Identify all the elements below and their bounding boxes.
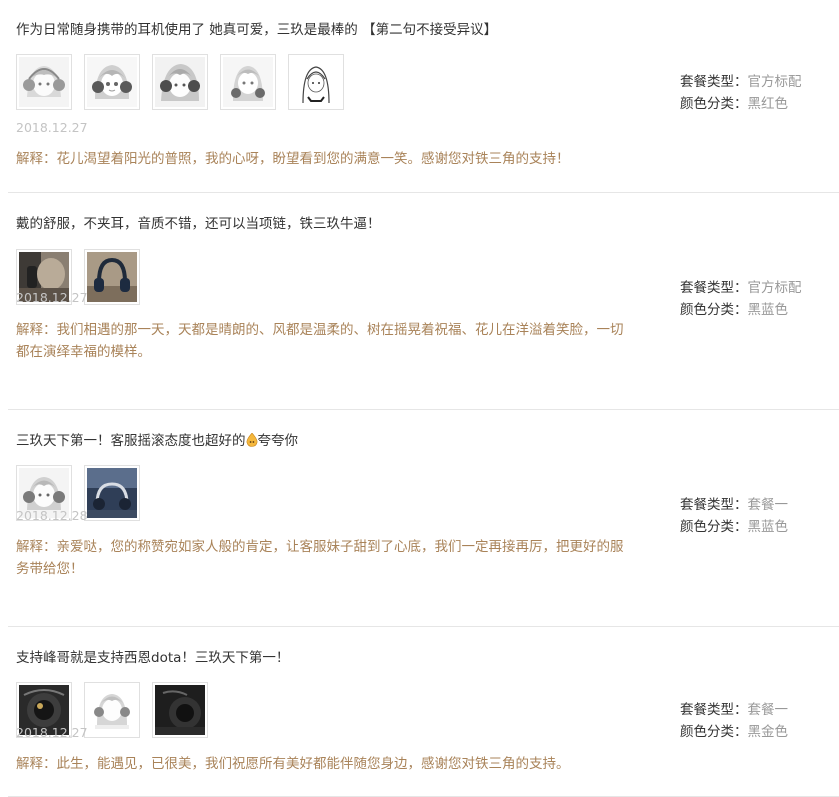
color-category-label: 颜色分类： xyxy=(680,96,748,112)
package-type-label: 套餐类型： xyxy=(680,280,748,296)
review-text: 戴的舒服，不夹耳，音质不错，还可以当项链，铁三玖牛逼！ xyxy=(16,216,381,232)
review-item: 支持峰哥就是支持西恩dota！三玖天下第一！ 2018.12.27 解释：此生，… xyxy=(8,627,839,797)
review-photo-thumbnail[interactable] xyxy=(288,54,344,110)
seller-reply-prefix: 解释： xyxy=(16,322,57,338)
review-text: 三玖天下第一！客服摇滚态度也超好的 夸夸你 xyxy=(16,431,298,451)
seller-reply-text: 我们相遇的那一天，天都是晴朗的、风都是温柔的、树在摇晃着祝福、花儿在洋溢着笑脸，… xyxy=(16,322,624,360)
package-type-value: 套餐一 xyxy=(747,497,789,513)
review-item: 作为日常随身携带的耳机使用了 她真可爱，三玖是最棒的 【第二句不接受异议】 20… xyxy=(8,0,839,193)
color-category-value: 黑红色 xyxy=(747,96,789,112)
review-photo-thumbnail[interactable] xyxy=(84,682,140,738)
color-category-label: 颜色分类： xyxy=(680,724,748,740)
review-photo-thumbnail[interactable] xyxy=(152,682,208,738)
seller-reply: 解释：花儿渴望着阳光的普照，我的心呀，盼望看到您的满意一笑。感谢您对铁三角的支持… xyxy=(16,148,636,170)
purchase-info: 套餐类型：官方标配 颜色分类：黑红色 xyxy=(680,71,802,115)
review-photo-thumbnail[interactable] xyxy=(84,54,140,110)
review-photo-thumbnail[interactable] xyxy=(152,54,208,110)
seller-reply-prefix: 解释： xyxy=(16,539,57,555)
seller-reply: 解释：亲爱哒，您的称赞宛如家人般的肯定，让客服妹子甜到了心底，我们一定再接再厉，… xyxy=(16,536,636,580)
review-date: 2018.12.28 xyxy=(16,508,88,523)
color-category-value: 黑蓝色 xyxy=(747,519,789,535)
package-type-value: 套餐一 xyxy=(747,702,789,718)
review-text-main: 三玖天下第一！客服摇滚态度也超好的 xyxy=(16,433,246,449)
seller-reply-prefix: 解释： xyxy=(16,151,57,167)
package-type-label: 套餐类型： xyxy=(680,702,748,718)
review-photo-thumbnail[interactable] xyxy=(84,249,140,305)
purchase-info: 套餐类型：官方标配 颜色分类：黑蓝色 xyxy=(680,277,802,321)
review-item: 三玖天下第一！客服摇滚态度也超好的 夸夸你 2018.12.28 解释：亲爱哒，… xyxy=(8,410,839,627)
review-photos xyxy=(16,54,344,110)
review-text-suffix: 夸夸你 xyxy=(257,433,299,449)
review-text: 支持峰哥就是支持西恩dota！三玖天下第一！ xyxy=(16,650,290,666)
seller-reply-text: 此生，能遇见，已很美，我们祝愿所有美好都能伴随您身边，感谢您对铁三角的支持。 xyxy=(56,756,570,772)
review-photo-thumbnail[interactable] xyxy=(84,465,140,521)
seller-reply-text: 亲爱哒，您的称赞宛如家人般的肯定，让客服妹子甜到了心底，我们一定再接再厉，把更好… xyxy=(16,539,624,577)
review-photo-thumbnail[interactable] xyxy=(16,54,72,110)
review-date: 2018.12.27 xyxy=(16,725,88,740)
color-category-value: 黑金色 xyxy=(747,724,789,740)
package-type-label: 套餐类型： xyxy=(680,74,748,90)
review-photo-thumbnail[interactable] xyxy=(220,54,276,110)
package-type-value: 官方标配 xyxy=(747,74,802,90)
color-category-label: 颜色分类： xyxy=(680,302,748,318)
seller-reply-prefix: 解释： xyxy=(16,756,57,772)
seller-reply: 解释：此生，能遇见，已很美，我们祝愿所有美好都能伴随您身边，感谢您对铁三角的支持… xyxy=(16,753,636,775)
review-text: 作为日常随身携带的耳机使用了 她真可爱，三玖是最棒的 【第二句不接受异议】 xyxy=(16,22,498,38)
purchase-info: 套餐类型：套餐一 颜色分类：黑蓝色 xyxy=(680,494,788,538)
package-type-label: 套餐类型： xyxy=(680,497,748,513)
sweat-drop-emoji-icon xyxy=(246,432,258,447)
purchase-info: 套餐类型：套餐一 颜色分类：黑金色 xyxy=(680,699,788,743)
review-date: 2018.12.27 xyxy=(16,290,88,305)
color-category-value: 黑蓝色 xyxy=(747,302,789,318)
seller-reply-text: 花儿渴望着阳光的普照，我的心呀，盼望看到您的满意一笑。感谢您对铁三角的支持！ xyxy=(56,151,570,167)
color-category-label: 颜色分类： xyxy=(680,519,748,535)
package-type-value: 官方标配 xyxy=(747,280,802,296)
review-date: 2018.12.27 xyxy=(16,120,88,135)
review-item: 戴的舒服，不夹耳，音质不错，还可以当项链，铁三玖牛逼！ 2018.12.27 解… xyxy=(8,193,839,410)
seller-reply: 解释：我们相遇的那一天，天都是晴朗的、风都是温柔的、树在摇晃着祝福、花儿在洋溢着… xyxy=(16,319,636,363)
